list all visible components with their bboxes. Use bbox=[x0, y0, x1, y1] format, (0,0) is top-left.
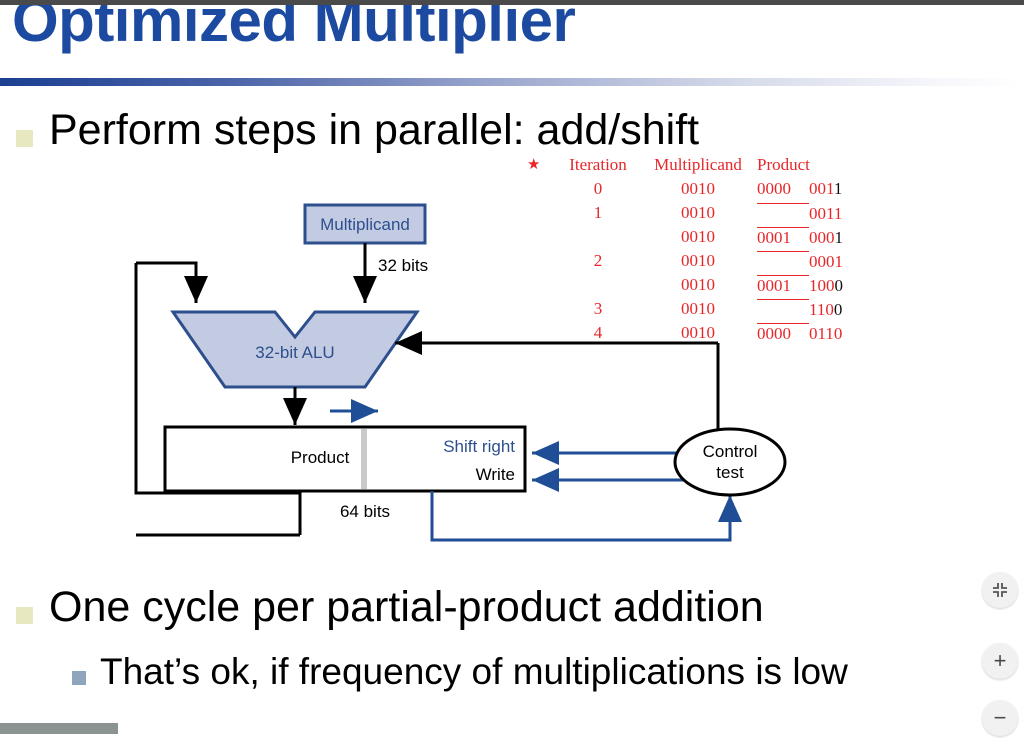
bottom-scroll-indicator[interactable] bbox=[0, 723, 118, 734]
wire-feedback-up-to-alu bbox=[136, 261, 208, 303]
cell-product-low: 0001 bbox=[809, 252, 843, 271]
shift-right-label: Shift right bbox=[443, 437, 515, 456]
bitwidth-64-label: 64 bits bbox=[340, 502, 390, 521]
bullet-marker-square-icon bbox=[16, 607, 33, 624]
product-lsb-highlight: 1 bbox=[833, 179, 843, 198]
fit-to-screen-button[interactable] bbox=[982, 572, 1018, 608]
multiplier-datapath-diagram: Multiplicand 32 bits 32-bit ALU Product … bbox=[120, 195, 800, 545]
cell-product-low: 0001 bbox=[809, 228, 844, 247]
fit-screen-icon bbox=[993, 583, 1007, 597]
cell-product-low: 0011 bbox=[809, 179, 843, 198]
cell-product-low: 0110 bbox=[809, 324, 843, 343]
control-test-ellipse bbox=[673, 427, 787, 497]
title-divider bbox=[0, 78, 1024, 86]
product-lsb-highlight: 0 bbox=[833, 300, 843, 319]
top-edge-strip bbox=[0, 0, 1024, 5]
bullet-text-1: Perform steps in parallel: add/shift bbox=[49, 106, 700, 154]
bullet-item-1: Perform steps in parallel: add/shift bbox=[16, 108, 699, 153]
cell-product-low: 1000 bbox=[809, 276, 844, 295]
alu-label: 32-bit ALU bbox=[255, 343, 334, 362]
multiplicand-label: Multiplicand bbox=[320, 215, 410, 234]
cell-product-low: 0011 bbox=[809, 204, 843, 223]
column-header-iteration: Iteration bbox=[569, 155, 627, 174]
sub-bullet-marker-square-icon bbox=[72, 671, 86, 685]
product-lsb-highlight: 1 bbox=[834, 228, 844, 247]
zoom-in-button[interactable]: + bbox=[982, 643, 1018, 679]
control-test-label-line2: test bbox=[716, 463, 744, 482]
zoom-out-button[interactable]: − bbox=[982, 700, 1018, 736]
table-header-row: ★ Iteration Multiplicand Product bbox=[527, 155, 867, 179]
column-header-product: Product bbox=[757, 155, 810, 174]
product-register-split-divider bbox=[361, 429, 367, 489]
slide-canvas: Optimized Multiplier Perform steps in pa… bbox=[0, 0, 1024, 740]
bullet-text-2: One cycle per partial-product addition bbox=[49, 583, 764, 631]
page-title: Optimized Multiplier bbox=[12, 0, 576, 54]
minus-icon: − bbox=[993, 705, 1007, 730]
bullet-text-3: That’s ok, if frequency of multiplicatio… bbox=[100, 651, 848, 692]
bullet-item-3: That’s ok, if frequency of multiplicatio… bbox=[72, 651, 848, 692]
product-lsb-highlight: 0 bbox=[834, 276, 844, 295]
control-test-label-line1: Control bbox=[703, 442, 758, 461]
write-label: Write bbox=[476, 465, 515, 484]
column-header-multiplicand: Multiplicand bbox=[654, 155, 742, 174]
cell-product-low: 1100 bbox=[809, 300, 843, 319]
plus-icon: + bbox=[993, 648, 1007, 673]
star-bullet-icon: ★ bbox=[527, 157, 541, 173]
bullet-item-2: One cycle per partial-product addition bbox=[16, 585, 764, 630]
bitwidth-32-label: 32 bits bbox=[378, 256, 428, 275]
wire-product-lsb-to-control bbox=[430, 491, 742, 542]
product-label: Product bbox=[291, 448, 350, 467]
iteration-table-grid: ★ Iteration Multiplicand Product bbox=[527, 155, 867, 179]
bullet-marker-square-icon bbox=[16, 130, 33, 147]
